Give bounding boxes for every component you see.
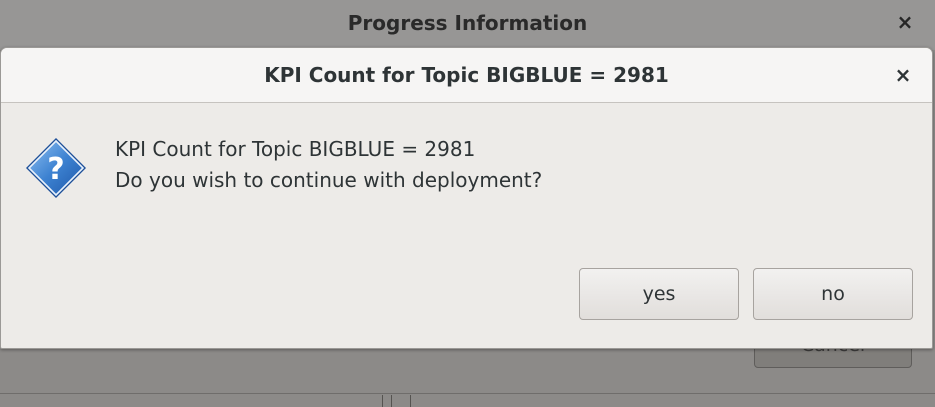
message-line: KPI Count for Topic BIGBLUE = 2981	[115, 137, 476, 161]
background-title: Progress Information	[347, 11, 588, 35]
svg-text:?: ?	[47, 152, 64, 187]
question-dialog: KPI Count for Topic BIGBLUE = 2981 × ? K…	[0, 47, 933, 349]
dialog-title: KPI Count for Topic BIGBLUE = 2981	[264, 63, 669, 87]
background-column-divider	[382, 395, 383, 407]
background-divider	[0, 393, 935, 394]
dialog-message: KPI Count for Topic BIGBLUE = 2981 Do yo…	[115, 134, 542, 196]
dialog-titlebar: KPI Count for Topic BIGBLUE = 2981 ×	[1, 48, 932, 103]
yes-button[interactable]: yes	[579, 268, 739, 320]
message-question: Do you wish to continue with deployment?	[115, 168, 543, 192]
background-column-divider	[410, 395, 411, 407]
background-column-divider	[391, 395, 392, 407]
background-close-icon[interactable]: ×	[895, 10, 915, 34]
no-button[interactable]: no	[753, 268, 913, 320]
background-titlebar: Progress Information ×	[0, 0, 935, 50]
question-icon: ?	[26, 138, 86, 198]
close-icon[interactable]: ×	[891, 62, 915, 88]
